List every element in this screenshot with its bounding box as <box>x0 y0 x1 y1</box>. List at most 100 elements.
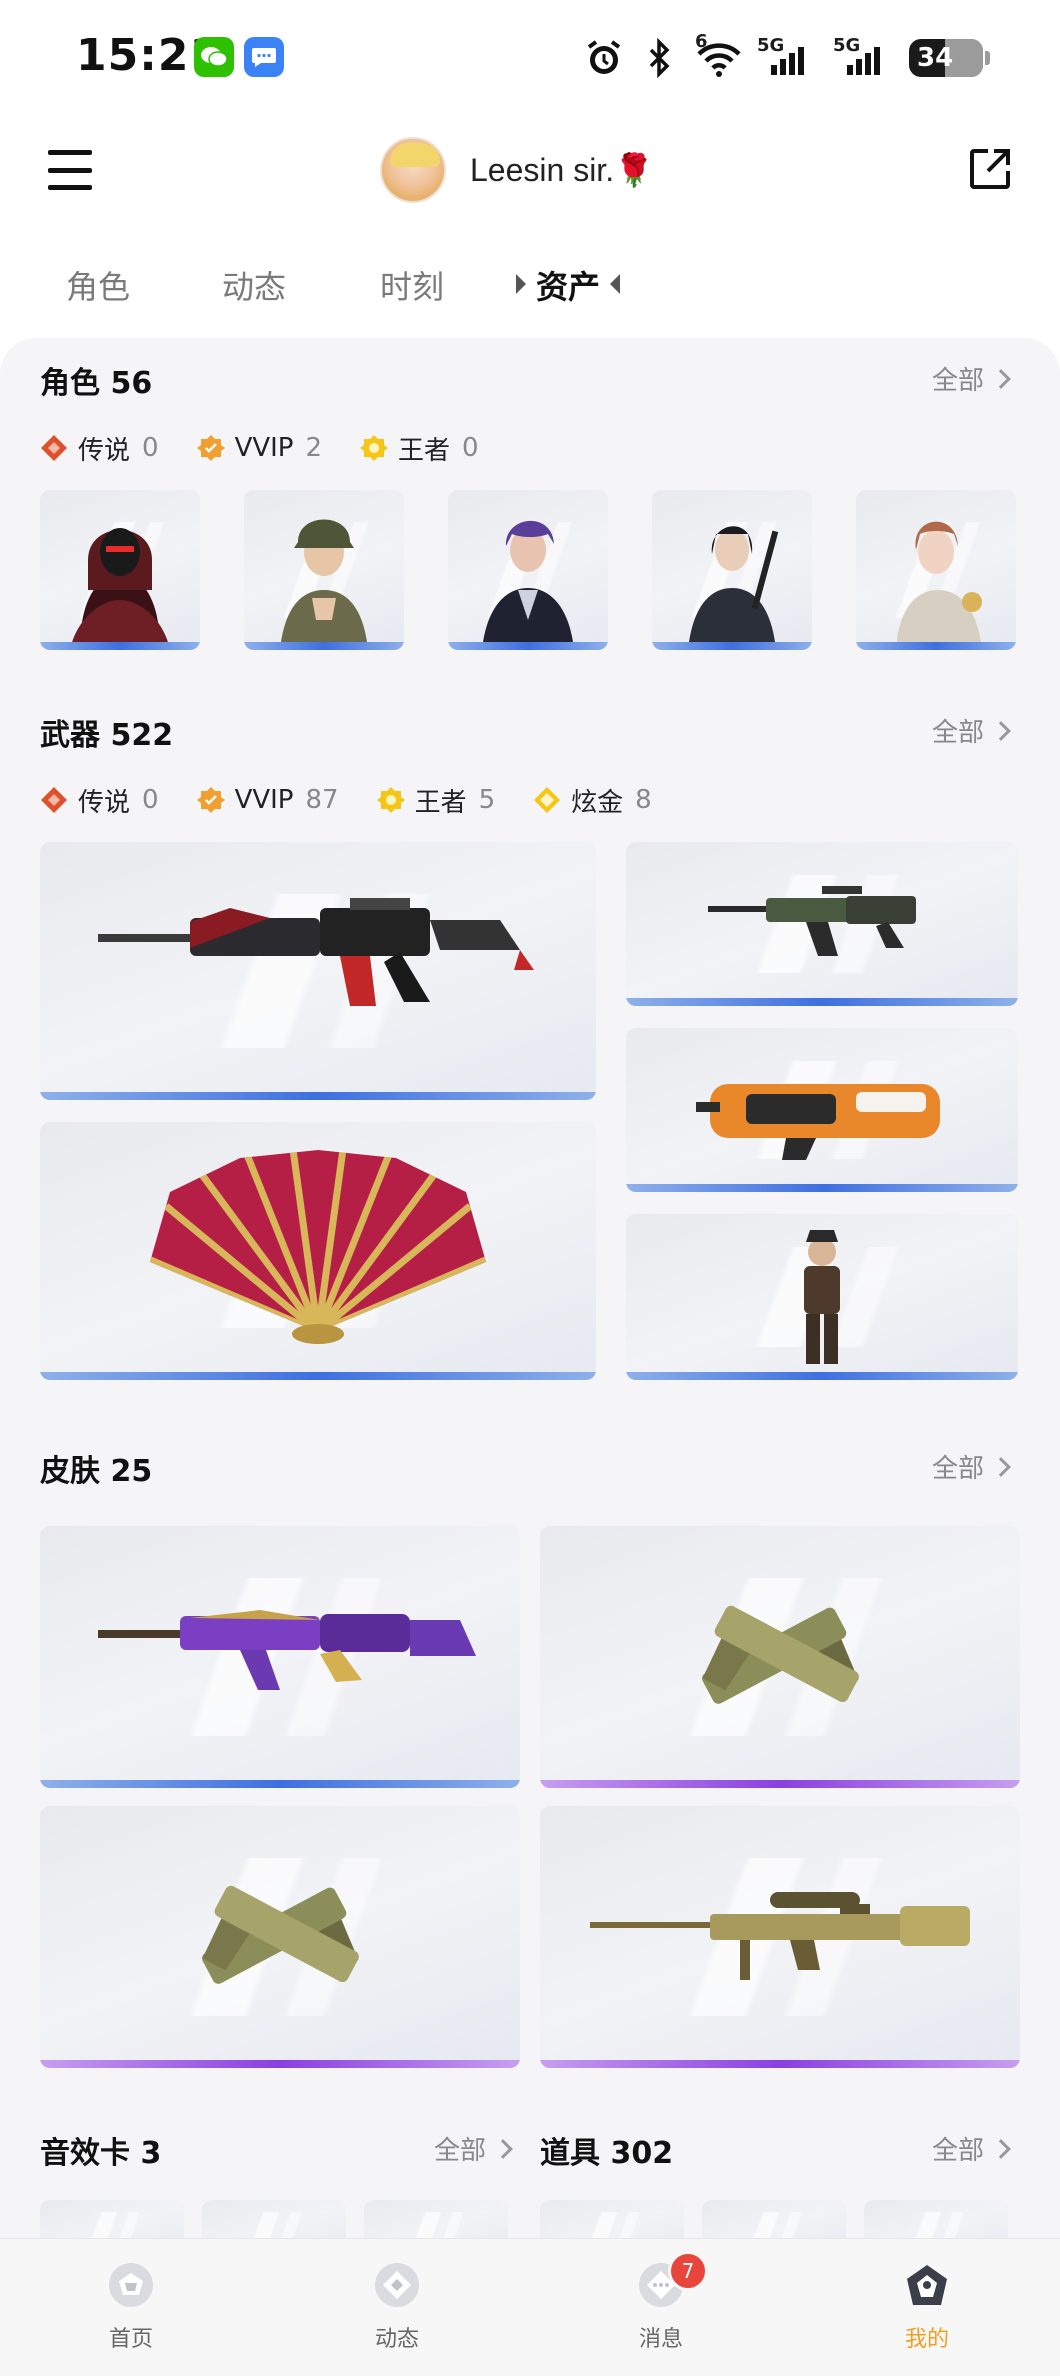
assets-panel: 角色 56 全部 传说 0 VVIP 2 王者 0 武器 522 全部 传说 0… <box>0 338 1060 2238</box>
props-all-link[interactable]: 全部 <box>931 2130 1011 2167</box>
profile-logo-icon <box>907 2265 947 2305</box>
activity-diamond-icon <box>375 2263 419 2307</box>
role-officer-female-image <box>896 521 982 650</box>
profile-tabs: 角色 动态 时刻 资产 <box>0 250 1060 320</box>
messages-badge: 7 <box>668 2251 708 2291</box>
weapons-rarity-row: 传说 0 VVIP 87 王者 5 炫金 8 <box>40 782 690 818</box>
rarity-legend[interactable]: 传说 0 <box>40 430 159 467</box>
rarity-count: 5 <box>478 785 496 815</box>
weapons-all-label: 全部 <box>931 718 984 748</box>
tab-roles[interactable]: 角色 <box>66 262 130 308</box>
tab-moments[interactable]: 时刻 <box>380 262 444 308</box>
weapon-card[interactable] <box>40 842 596 1100</box>
soldier-figure-image <box>804 1230 840 1364</box>
assault-rifle-green-image <box>708 886 916 956</box>
rarity-count: 0 <box>142 785 159 815</box>
sound-cards-all-link[interactable]: 全部 <box>434 2130 513 2167</box>
props-all-label: 全部 <box>931 2136 984 2166</box>
nav-home-label: 首页 <box>108 2327 153 2352</box>
battery-icon: 34 <box>909 39 983 77</box>
wifi-icon: 6 <box>695 31 743 79</box>
weapon-card[interactable] <box>626 1214 1018 1380</box>
chevron-right-icon <box>991 1456 1011 1477</box>
rarity-vvip[interactable]: VVIP 87 <box>196 785 339 815</box>
avatar[interactable] <box>380 137 446 203</box>
weapons-all-link[interactable]: 全部 <box>931 712 1011 749</box>
rarity-gold[interactable]: 炫金 8 <box>533 782 652 819</box>
skins-all-link[interactable]: 全部 <box>931 1448 1011 1485</box>
rarity-count: 87 <box>305 785 339 815</box>
rarity-label: 炫金 <box>571 787 624 818</box>
nav-messages[interactable]: 7 消息 <box>586 2251 736 2353</box>
bottom-navigation: 首页 动态 7 消息 我的 <box>0 2238 1060 2376</box>
roles-all-link[interactable]: 全部 <box>931 360 1011 397</box>
rarity-label: VVIP <box>234 433 294 463</box>
prop-item[interactable] <box>702 2200 846 2238</box>
rarity-king[interactable]: 王者 5 <box>376 782 496 819</box>
golden-fan-image <box>150 1150 486 1344</box>
nav-profile[interactable]: 我的 <box>852 2259 1002 2353</box>
bluetooth-icon <box>639 37 681 79</box>
role-agent-female-image <box>482 520 574 650</box>
rarity-count: 0 <box>142 433 159 463</box>
cellular-signal-1: 5G <box>757 35 819 79</box>
ak47-purple-skin-image <box>98 1610 476 1690</box>
nav-messages-label: 消息 <box>638 2327 683 2352</box>
rarity-label: VVIP <box>234 785 294 815</box>
roles-all-label: 全部 <box>931 366 984 396</box>
role-hooded-figure-image <box>70 528 170 650</box>
rarity-vvip[interactable]: VVIP 2 <box>196 433 322 463</box>
profile-header: Leesin sir.🌹 <box>0 115 1060 225</box>
sound-card-item[interactable] <box>40 2200 184 2238</box>
skin-card[interactable] <box>540 1526 1020 1788</box>
nav-profile-label: 我的 <box>904 2327 949 2352</box>
share-icon[interactable] <box>968 147 1012 191</box>
rarity-legend[interactable]: 传说 0 <box>40 782 159 819</box>
roles-rarity-row: 传说 0 VVIP 2 王者 0 <box>40 430 517 466</box>
tab-activity[interactable]: 动态 <box>222 262 286 308</box>
battery-tip <box>985 51 990 65</box>
weapon-card[interactable] <box>626 842 1018 1006</box>
rarity-king[interactable]: 王者 0 <box>360 430 479 467</box>
chevron-right-icon <box>991 368 1011 389</box>
role-card[interactable] <box>244 490 404 650</box>
menu-icon[interactable] <box>48 150 92 190</box>
skins-title: 皮肤 25 <box>40 1454 153 1489</box>
sound-card-item[interactable] <box>364 2200 508 2238</box>
tab-assets[interactable]: 资产 <box>536 262 600 308</box>
king-gem-icon <box>360 435 389 461</box>
role-card[interactable] <box>856 490 1016 650</box>
prop-item[interactable] <box>540 2200 684 2238</box>
dual-pistols-gold-image <box>202 1885 359 1984</box>
tab-indicator-left-icon <box>516 274 526 294</box>
skin-card[interactable] <box>40 1526 520 1788</box>
chevron-right-icon <box>991 720 1011 741</box>
skin-card[interactable] <box>540 1806 1020 2068</box>
skin-card[interactable] <box>40 1806 520 2068</box>
weapons-title: 武器 522 <box>40 718 174 753</box>
gold-gem-icon <box>534 787 561 813</box>
weapon-card[interactable] <box>626 1028 1018 1192</box>
role-soldier-female-image <box>280 519 368 650</box>
rarity-label: 王者 <box>414 787 467 818</box>
sound-card-item[interactable] <box>202 2200 346 2238</box>
rarity-label: 传说 <box>78 435 131 466</box>
profile-info[interactable]: Leesin sir.🌹 <box>380 137 654 203</box>
wechat-notification-icon <box>194 37 234 77</box>
chevron-right-icon <box>493 2138 513 2159</box>
legend-gem-icon <box>41 435 67 461</box>
legend-gem-icon <box>41 787 67 813</box>
nav-activity[interactable]: 动态 <box>322 2259 472 2353</box>
status-bar: 15:21 6 5G 5G 34 <box>0 0 1060 115</box>
role-card[interactable] <box>448 490 608 650</box>
prop-item[interactable] <box>864 2200 1008 2238</box>
rarity-label: 传说 <box>78 787 131 818</box>
nav-home[interactable]: 首页 <box>56 2259 206 2353</box>
tab-indicator-right-icon <box>610 274 620 294</box>
rarity-count: 8 <box>635 785 652 815</box>
wifi-index: 6 <box>695 31 708 52</box>
skins-all-label: 全部 <box>931 1454 984 1484</box>
role-card[interactable] <box>652 490 812 650</box>
weapon-card[interactable] <box>40 1122 596 1380</box>
role-card[interactable] <box>40 490 200 650</box>
